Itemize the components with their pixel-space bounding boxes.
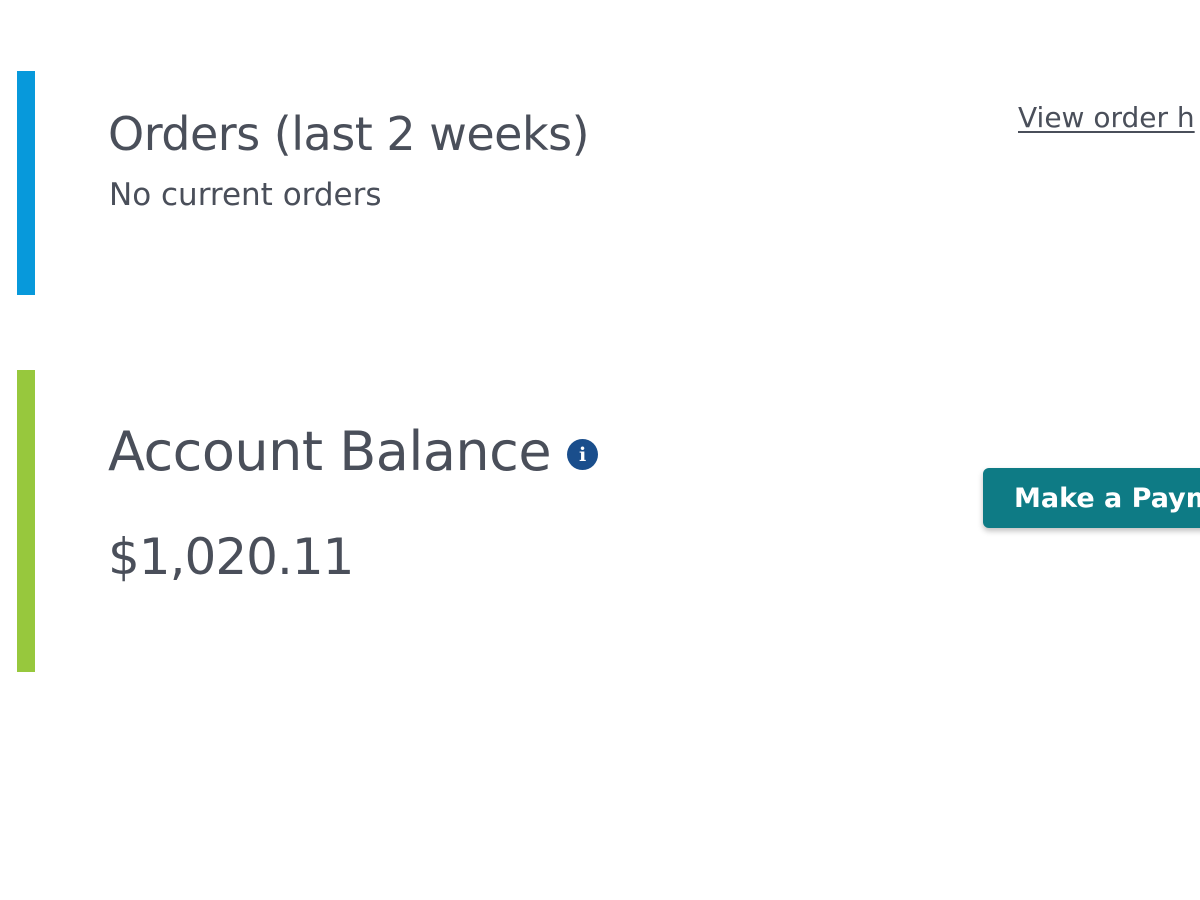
orders-card: Orders (last 2 weeks) No current orders … bbox=[17, 71, 1200, 295]
orders-accent-bar bbox=[17, 71, 35, 295]
balance-accent-bar bbox=[17, 370, 35, 672]
orders-title: Orders (last 2 weeks) bbox=[108, 107, 590, 161]
dashboard-page: Orders (last 2 weeks) No current orders … bbox=[0, 0, 1200, 900]
make-payment-button[interactable]: Make a Paym bbox=[983, 468, 1200, 528]
account-balance-card: Account Balance i $1,020.11 Make a Paym bbox=[17, 370, 1200, 672]
balance-title: Account Balance bbox=[108, 420, 552, 483]
info-icon[interactable]: i bbox=[567, 439, 599, 470]
balance-amount: $1,020.11 bbox=[108, 528, 354, 586]
orders-status-text: No current orders bbox=[109, 177, 382, 213]
balance-heading: Account Balance i bbox=[108, 420, 599, 483]
view-order-history-link[interactable]: View order h bbox=[1018, 101, 1195, 134]
